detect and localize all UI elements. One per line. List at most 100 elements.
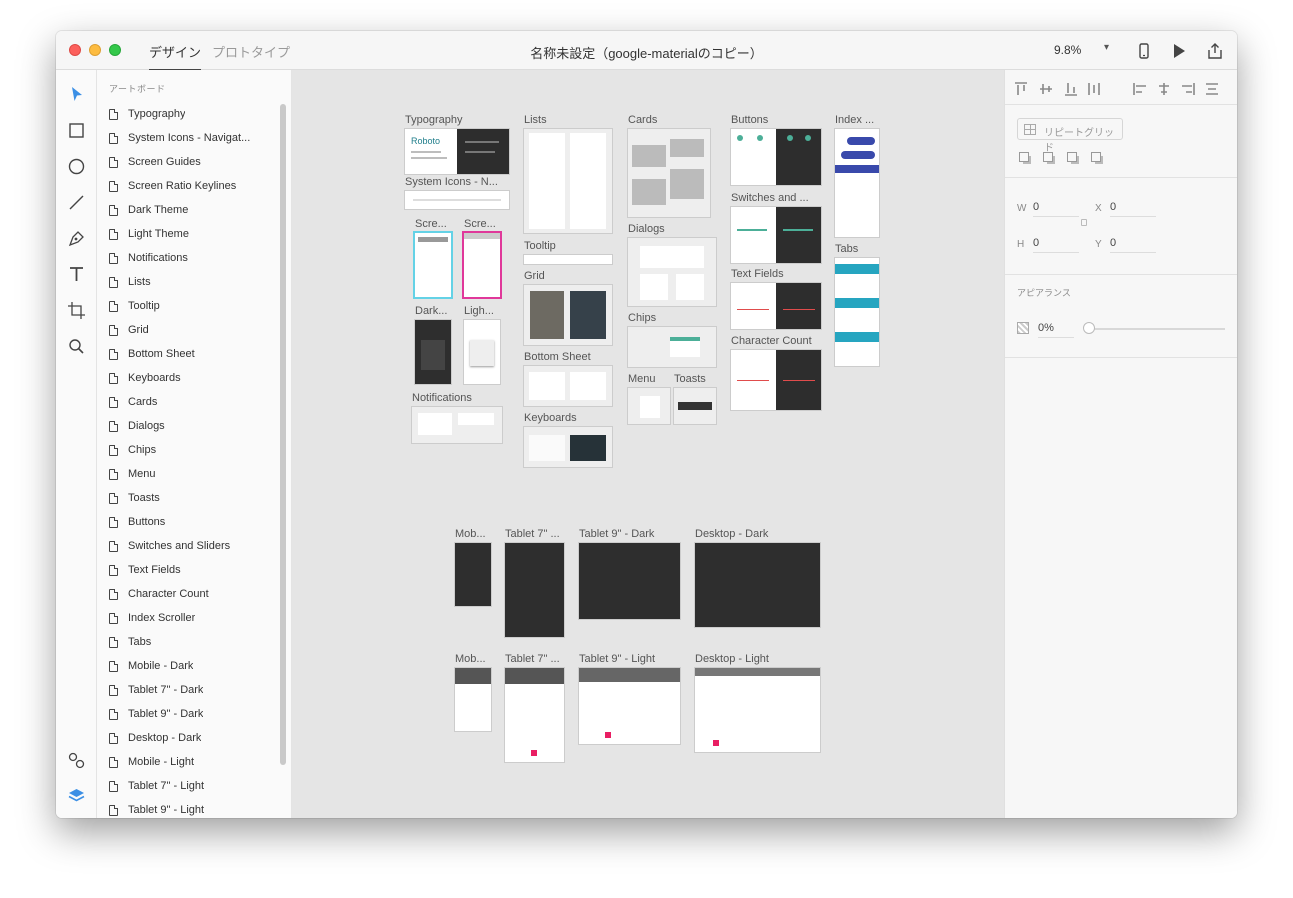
artboard-list-item[interactable]: Toasts: [109, 488, 269, 508]
align-right-icon[interactable]: [1181, 82, 1195, 96]
artboard-typography[interactable]: Typography Roboto: [405, 114, 509, 174]
artboard-desktop-dark[interactable]: Desktop - Dark: [695, 528, 820, 627]
artboard-tablet9-dark[interactable]: Tablet 9" - Dark: [579, 528, 680, 619]
artboard-list-item[interactable]: Mobile - Light: [109, 752, 269, 772]
canvas[interactable]: Typography Roboto System Icons - N... Sc…: [292, 70, 1004, 818]
artboard-switches[interactable]: Switches and ...: [731, 192, 821, 263]
distribute-horizontal-icon[interactable]: [1205, 82, 1219, 96]
exclude-icon[interactable]: [1091, 152, 1101, 162]
artboard-list-item[interactable]: Dark Theme: [109, 200, 269, 220]
artboard-tablet7-light[interactable]: Tablet 7" ...: [505, 653, 564, 762]
align-center-icon[interactable]: [1157, 82, 1171, 96]
artboard-list-item[interactable]: Menu: [109, 464, 269, 484]
artboard-chips[interactable]: Chips: [628, 312, 716, 367]
opacity-field[interactable]: 0%: [1038, 322, 1074, 338]
artboard-list-item[interactable]: Light Theme: [109, 224, 269, 244]
artboard-buttons[interactable]: Buttons: [731, 114, 821, 185]
share-icon[interactable]: [1206, 42, 1224, 60]
text-tool-icon[interactable]: [67, 265, 86, 284]
play-icon[interactable]: [1170, 42, 1188, 60]
repeat-grid-button[interactable]: リピートグリッド: [1017, 118, 1123, 154]
x-field[interactable]: 0: [1110, 201, 1156, 217]
artboard-tool-icon[interactable]: [67, 301, 86, 320]
layers-icon[interactable]: [67, 786, 86, 805]
width-field[interactable]: 0: [1033, 201, 1079, 217]
rectangle-tool-icon[interactable]: [67, 121, 86, 140]
artboard-tablet9-light[interactable]: Tablet 9" - Light: [579, 653, 680, 744]
pen-tool-icon[interactable]: [67, 229, 86, 248]
artboard-index-scroller[interactable]: Index ...: [835, 114, 879, 237]
zoom-level[interactable]: 9.8%: [1054, 43, 1081, 57]
artboard-list-item[interactable]: Buttons: [109, 512, 269, 532]
symbols-icon[interactable]: [67, 751, 86, 770]
artboard-list-item[interactable]: Cards: [109, 392, 269, 412]
subtract-icon[interactable]: [1043, 152, 1053, 162]
artboard-desktop-light[interactable]: Desktop - Light: [695, 653, 820, 752]
artboard-list-item[interactable]: Mobile - Dark: [109, 656, 269, 676]
artboard-mobile-light[interactable]: Mob...: [455, 653, 491, 731]
artboard-lists[interactable]: Lists: [524, 114, 612, 233]
artboard-list-item[interactable]: Lists: [109, 272, 269, 292]
artboard-list-item[interactable]: Tablet 7" - Dark: [109, 680, 269, 700]
artboard-list-item[interactable]: Bottom Sheet: [109, 344, 269, 364]
height-field[interactable]: 0: [1033, 237, 1079, 253]
artboard-dark-theme[interactable]: Dark...: [415, 305, 451, 384]
artboard-notifications[interactable]: Notifications: [412, 392, 502, 443]
artboard-list-item[interactable]: Typography: [109, 104, 269, 124]
artboard-mobile-dark[interactable]: Mob...: [455, 528, 491, 606]
artboard-list-item[interactable]: Tabs: [109, 632, 269, 652]
repeat-grid-icon: [1024, 124, 1036, 135]
artboard-list-item[interactable]: Index Scroller: [109, 608, 269, 628]
artboard-grid[interactable]: Grid: [524, 270, 612, 345]
ellipse-tool-icon[interactable]: [67, 157, 86, 176]
artboard-list-item[interactable]: Tablet 9" - Dark: [109, 704, 269, 724]
artboard-tooltip[interactable]: Tooltip: [524, 240, 612, 264]
distribute-vertical-icon[interactable]: [1087, 82, 1101, 96]
align-top-icon[interactable]: [1014, 82, 1028, 96]
intersect-icon[interactable]: [1067, 152, 1077, 162]
zoom-tool-icon[interactable]: [67, 337, 86, 356]
artboard-bottom-sheet[interactable]: Bottom Sheet: [524, 351, 612, 406]
artboard-text-fields[interactable]: Text Fields: [731, 268, 821, 329]
artboard-cards[interactable]: Cards: [628, 114, 710, 217]
artboard-list-item[interactable]: System Icons - Navigat...: [109, 128, 269, 148]
artboard-tablet7-dark[interactable]: Tablet 7" ...: [505, 528, 564, 637]
artboard-list-item[interactable]: Screen Ratio Keylines: [109, 176, 269, 196]
align-middle-icon[interactable]: [1039, 82, 1053, 96]
artboard-menu[interactable]: Menu: [628, 373, 670, 424]
artboard-system-icons[interactable]: System Icons - N...: [405, 176, 509, 209]
artboard-list-item[interactable]: Tablet 9" - Light: [109, 800, 269, 818]
opacity-slider[interactable]: [1087, 328, 1225, 330]
artboard-screen-ratio[interactable]: Scre...: [464, 218, 500, 297]
artboard-list-item[interactable]: Keyboards: [109, 368, 269, 388]
artboard-character-count[interactable]: Character Count: [731, 335, 821, 410]
artboard-list-item[interactable]: Chips: [109, 440, 269, 460]
device-preview-icon[interactable]: [1135, 42, 1153, 60]
opacity-slider-handle[interactable]: [1083, 322, 1095, 334]
chevron-down-icon[interactable]: ▾: [1104, 42, 1109, 53]
line-tool-icon[interactable]: [67, 193, 86, 212]
artboard-screen-guides[interactable]: Scre...: [415, 218, 451, 297]
artboard-list-item[interactable]: Screen Guides: [109, 152, 269, 172]
artboard-tabs[interactable]: Tabs: [835, 243, 879, 366]
artboard-list-item[interactable]: Dialogs: [109, 416, 269, 436]
select-tool-icon[interactable]: [67, 85, 86, 104]
artboard-list-item[interactable]: Character Count: [109, 584, 269, 604]
y-field[interactable]: 0: [1110, 237, 1156, 253]
artboard-keyboards[interactable]: Keyboards: [524, 412, 612, 467]
align-left-icon[interactable]: [1133, 82, 1147, 96]
add-icon[interactable]: [1019, 152, 1029, 162]
artboard-list-item[interactable]: Tablet 7" - Light: [109, 776, 269, 796]
artboard-list-item[interactable]: Grid: [109, 320, 269, 340]
artboard-light-theme[interactable]: Ligh...: [464, 305, 500, 384]
artboard-list-item[interactable]: Notifications: [109, 248, 269, 268]
artboard-list-item[interactable]: Tooltip: [109, 296, 269, 316]
artboard-list-item[interactable]: Text Fields: [109, 560, 269, 580]
artboard-list-item[interactable]: Switches and Sliders: [109, 536, 269, 556]
layers-scrollbar[interactable]: [280, 104, 286, 765]
align-bottom-icon[interactable]: [1064, 82, 1078, 96]
lock-icon[interactable]: [1081, 219, 1087, 226]
artboard-toasts[interactable]: Toasts: [674, 373, 716, 424]
artboard-dialogs[interactable]: Dialogs: [628, 223, 716, 306]
artboard-list-item[interactable]: Desktop - Dark: [109, 728, 269, 748]
